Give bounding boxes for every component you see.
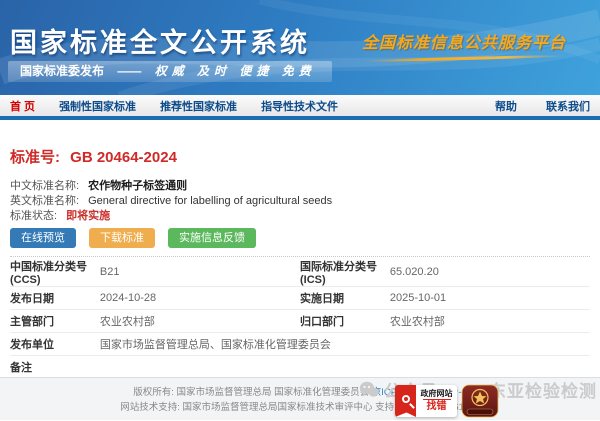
detail-value: 国家市场监督管理总局、国家标准化管理委员会 xyxy=(100,333,590,356)
gov-site-label: 政府网站 xyxy=(421,389,453,399)
detail-label: 主管部门 xyxy=(10,310,100,333)
standard-details-table: 中国标准分类号 (CCS) B21 国际标准分类号 (ICS) 65.020.2… xyxy=(10,258,590,379)
action-button-row: 在线预览 下载标准 实施信息反馈 xyxy=(10,228,590,248)
nav-item-contact[interactable]: 联系我们 xyxy=(546,101,590,113)
detail-value: B21 xyxy=(100,258,300,287)
nav-item-guiding-documents[interactable]: 指导性技术文件 xyxy=(261,98,338,114)
gov-site-find-error-badge[interactable]: 政府网站 找错 xyxy=(395,385,457,417)
platform-logo: 全国标准信息公共服务平台 xyxy=(362,29,566,60)
detail-label: 归口部门 xyxy=(300,310,390,333)
table-row: 备注 xyxy=(10,356,590,379)
nav-item-mandatory-standards[interactable]: 强制性国家标准 xyxy=(59,98,136,114)
find-error-ribbon xyxy=(395,385,416,417)
detail-label: 发布单位 xyxy=(10,333,100,356)
detail-value: 农业农村部 xyxy=(390,310,590,333)
wechat-icon xyxy=(359,381,379,398)
en-name-line: 英文标准名称: General directive for labelling … xyxy=(10,194,590,209)
dotted-divider xyxy=(10,256,590,257)
cn-name-value: 农作物种子标签通则 xyxy=(88,180,187,192)
en-name-label: 英文标准名称: xyxy=(10,195,79,207)
standard-number: GB 20464-2024 xyxy=(70,149,177,166)
site-footer: 版权所有: 国家市场监督管理总局 国家标准化管理委员会 京ICP备1802238… xyxy=(0,377,600,420)
table-row: 中国标准分类号 (CCS) B21 国际标准分类号 (ICS) 65.020.2… xyxy=(10,258,590,287)
nav-item-help[interactable]: 帮助 xyxy=(495,101,517,113)
site-header: 国家标准全文公开系统 国家标准委发布 —— 权威 及时 便捷 免费 全国标准信息… xyxy=(0,0,600,95)
find-error-label: 找错 xyxy=(423,399,451,413)
standard-number-line: 标准号: GB 20464-2024 xyxy=(10,146,590,167)
page: 国家标准全文公开系统 国家标准委发布 —— 权威 及时 便捷 免费 全国标准信息… xyxy=(0,0,600,420)
tech-support-line: 网站技术支持: 国家市场监督管理总局国家标准技术审评中心 支持电话: 010-8… xyxy=(0,400,600,415)
table-row: 发布日期 2024-10-28 实施日期 2025-10-01 xyxy=(10,287,590,310)
download-standard-button[interactable]: 下载标准 xyxy=(89,228,155,248)
magnifier-icon xyxy=(402,395,410,403)
table-row: 发布单位 国家市场监督管理总局、国家标准化管理委员会 xyxy=(10,333,590,356)
online-preview-button[interactable]: 在线预览 xyxy=(10,228,76,248)
detail-value xyxy=(100,356,590,379)
site-title: 国家标准全文公开系统 xyxy=(10,21,310,60)
main-nav: 首 页 强制性国家标准 推荐性国家标准 指导性技术文件 帮助 联系我们 xyxy=(0,95,600,116)
status-line: 标准状态: 即将实施 xyxy=(10,209,590,224)
publisher-band: 国家标准委发布 —— 权威 及时 便捷 免费 xyxy=(8,61,332,82)
slogan-text: 权威 及时 便捷 免费 xyxy=(155,64,316,78)
platform-name: 全国标准信息公共服务平台 xyxy=(362,35,566,52)
publisher-label: 国家标准委发布 xyxy=(20,64,104,78)
nav-item-recommended-standards[interactable]: 推荐性国家标准 xyxy=(160,98,237,114)
detail-label: 备注 xyxy=(10,356,100,379)
watermark-name: 东亚检验检测 xyxy=(489,377,597,402)
detail-value: 65.020.20 xyxy=(390,258,590,287)
standard-number-label: 标准号: xyxy=(10,149,60,166)
detail-label: 中国标准分类号 (CCS) xyxy=(10,258,100,287)
publisher-dash: —— xyxy=(117,64,141,78)
implementation-feedback-button[interactable]: 实施信息反馈 xyxy=(168,228,256,248)
standard-detail: 标准号: GB 20464-2024 中文标准名称: 农作物种子标签通则 英文标… xyxy=(0,120,600,379)
detail-label: 发布日期 xyxy=(10,287,100,310)
nav-item-home[interactable]: 首 页 xyxy=(10,98,35,114)
status-label: 标准状态: xyxy=(10,210,57,222)
find-error-text-block: 政府网站 找错 xyxy=(416,385,457,417)
detail-value: 农业农村部 xyxy=(100,310,300,333)
cn-name-label: 中文标准名称: xyxy=(10,180,79,192)
detail-label: 国际标准分类号 (ICS) xyxy=(300,258,390,287)
en-name-value: General directive for labelling of agric… xyxy=(88,195,332,207)
copyright-text: 版权所有: 国家市场监督管理总局 国家标准化管理委员会 xyxy=(133,387,372,398)
gov-emblem-badge[interactable] xyxy=(461,384,499,418)
gov-emblem-icon xyxy=(461,384,499,418)
detail-label: 实施日期 xyxy=(300,287,390,310)
detail-value: 2025-10-01 xyxy=(390,287,590,310)
detail-value: 2024-10-28 xyxy=(100,287,300,310)
nav-right-group: 帮助 联系我们 xyxy=(469,98,590,114)
table-row: 主管部门 农业农村部 归口部门 农业农村部 xyxy=(10,310,590,333)
cn-name-line: 中文标准名称: 农作物种子标签通则 xyxy=(10,179,590,194)
status-badge: 即将实施 xyxy=(66,210,110,222)
